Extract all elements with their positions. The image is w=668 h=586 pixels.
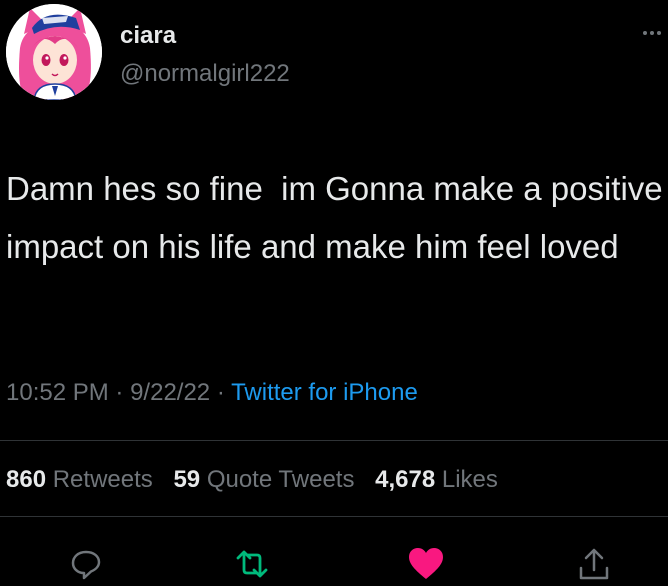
anime-girl-avatar-icon [6, 4, 102, 100]
tweet-header: ciara @normalgirl222 [0, 0, 668, 100]
user-handle[interactable]: @normalgirl222 [120, 60, 290, 88]
quote-tweets-stat[interactable]: 59 Quote Tweets [173, 466, 354, 493]
retweet-icon[interactable] [232, 546, 272, 586]
retweets-count: 860 [6, 466, 47, 493]
tweet-text: Damn hes so fine im Gonna make a positiv… [6, 170, 663, 265]
tweet-meta: 10:52 PM · 9/22/22 · Twitter for iPhone [6, 377, 418, 409]
avatar[interactable] [6, 4, 102, 100]
meta-separator: · [115, 379, 124, 406]
tweet-stats: 860 Retweets 59 Quote Tweets 4,678 Likes [6, 464, 512, 496]
divider [0, 440, 668, 441]
retweets-stat[interactable]: 860 Retweets [6, 466, 153, 493]
share-icon[interactable] [576, 546, 616, 586]
quote-tweets-count: 59 [173, 466, 201, 493]
tweet-actions [0, 536, 668, 584]
retweets-label: Retweets [52, 466, 153, 493]
heart-icon[interactable] [406, 546, 446, 586]
reply-icon[interactable] [68, 546, 108, 586]
tweet-date[interactable]: 9/22/22 [130, 379, 210, 406]
divider [0, 516, 668, 517]
meta-separator: · [216, 379, 225, 406]
tweet-time[interactable]: 10:52 PM [6, 379, 109, 406]
display-name[interactable]: ciara [120, 22, 176, 50]
more-icon[interactable] [642, 20, 662, 44]
tweet-source-link[interactable]: Twitter for iPhone [231, 379, 418, 406]
likes-count: 4,678 [375, 466, 436, 493]
likes-label: Likes [441, 466, 498, 493]
likes-stat[interactable]: 4,678 Likes [375, 466, 498, 493]
quote-tweets-label: Quote Tweets [206, 466, 355, 493]
